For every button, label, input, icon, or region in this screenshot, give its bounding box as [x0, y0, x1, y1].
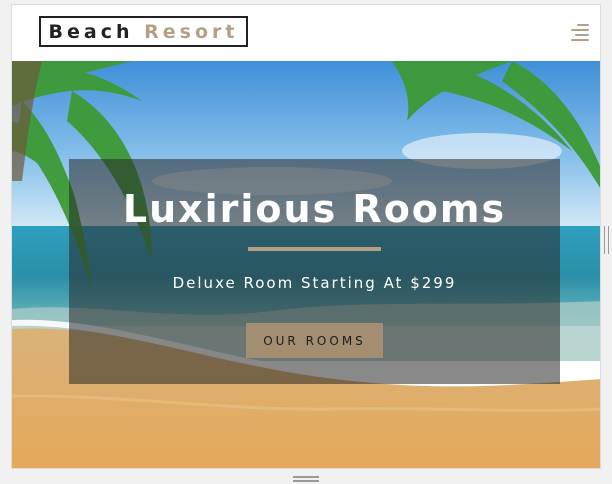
hamburger-menu-icon[interactable] [569, 24, 589, 42]
scrollbar-thumb[interactable] [604, 226, 609, 254]
page-viewport: Beach Resort Luxirious Rooms Deluxe Room… [11, 4, 601, 469]
logo-text: Beach Resort [49, 21, 239, 43]
our-rooms-button[interactable]: OUR ROOMS [246, 323, 383, 358]
hero-title: Luxirious Rooms [122, 187, 507, 231]
logo-word-resort: Resort [144, 20, 239, 43]
logo-word-beach: Beach [48, 20, 134, 43]
navbar: Beach Resort [12, 5, 600, 60]
hero-banner: Luxirious Rooms Deluxe Room Starting At … [69, 159, 560, 384]
hero-subtitle: Deluxe Room Starting At $299 [172, 274, 457, 292]
resize-handle[interactable] [293, 476, 319, 482]
title-underline [248, 247, 381, 251]
logo[interactable]: Beach Resort [39, 16, 248, 47]
hero-section: Luxirious Rooms Deluxe Room Starting At … [12, 61, 600, 468]
